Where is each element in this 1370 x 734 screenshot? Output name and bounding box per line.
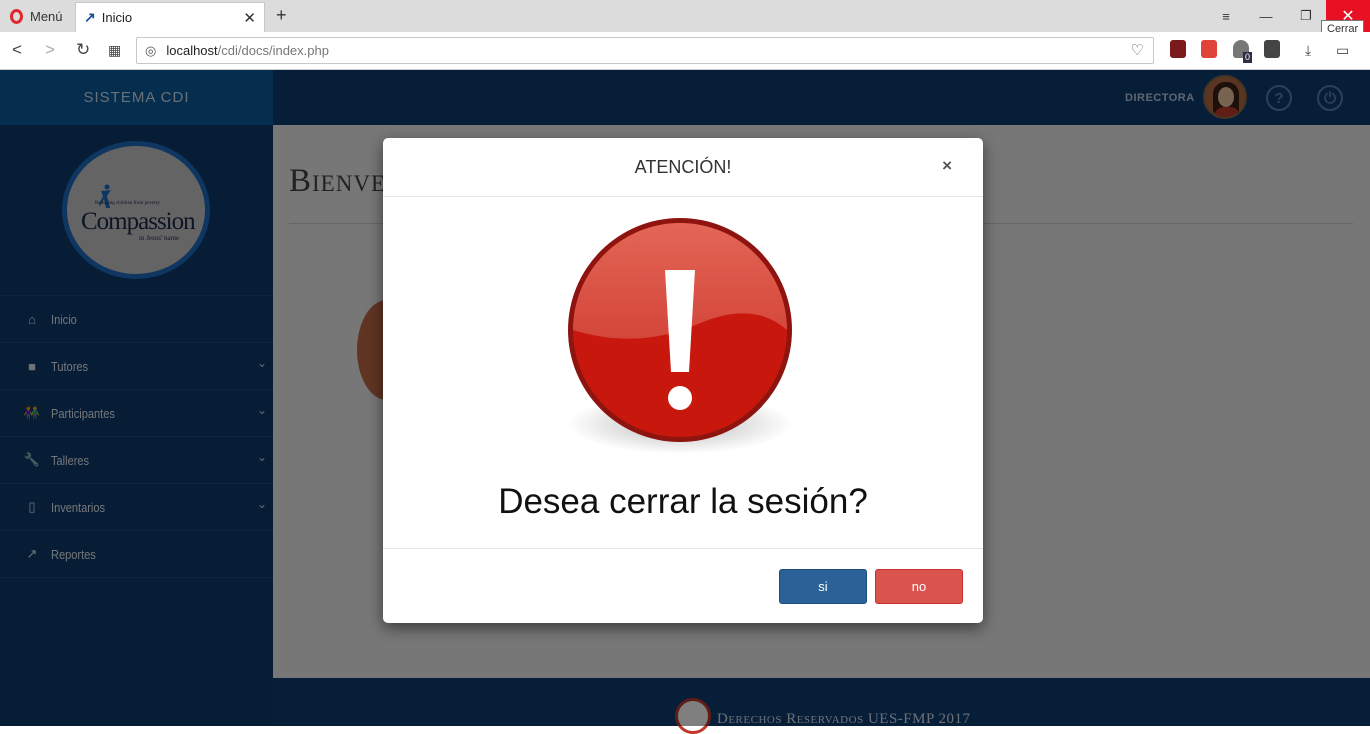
browser-tab-bar: Menú ↗ Inicio ✕ + ≡ — ❐ ✕	[0, 0, 1370, 32]
forward-icon[interactable]: >	[45, 40, 55, 60]
tab-menu-icon[interactable]: ≡	[1206, 0, 1246, 32]
extension-icon[interactable]	[1201, 40, 1217, 58]
tab-title: Inicio	[101, 10, 133, 25]
modal-header: ATENCIÓN! ×	[383, 138, 983, 197]
modal-footer: si no	[383, 548, 983, 624]
restore-icon[interactable]: ❐	[1286, 0, 1326, 32]
address-bar: < > ↻ ▦ ◎ localhost/cdi/docs/index.php ♡…	[0, 32, 1370, 70]
new-tab-icon[interactable]: +	[276, 5, 287, 26]
opera-logo-icon	[10, 8, 23, 24]
bookmark-heart-icon[interactable]: ♡	[1131, 41, 1144, 59]
shield-extension-icon[interactable]	[1264, 40, 1280, 58]
url-host: localhost	[166, 43, 218, 58]
browser-tab[interactable]: ↗ Inicio ✕	[75, 2, 265, 32]
speed-dial-icon[interactable]: ▦	[108, 42, 121, 59]
modal-message: Desea cerrar la sesión?	[498, 482, 868, 521]
browser-menu-label: Menú	[30, 8, 63, 24]
browser-menu-button[interactable]: Menú	[0, 0, 72, 32]
logout-modal: ATENCIÓN! × Desea cerrar la sesión? si n…	[383, 138, 983, 623]
minimize-icon[interactable]: —	[1246, 0, 1286, 32]
download-icon[interactable]: ⤓	[1305, 42, 1311, 59]
reload-icon[interactable]: ↻	[76, 40, 90, 60]
no-button[interactable]: no	[875, 569, 963, 604]
back-icon[interactable]: <	[12, 40, 22, 60]
battery-icon[interactable]: ▭	[1336, 42, 1349, 59]
url-path: /cdi/docs/index.php	[217, 43, 329, 58]
tab-close-icon[interactable]: ✕	[243, 9, 256, 27]
yes-button[interactable]: si	[779, 569, 867, 604]
modal-title: ATENCIÓN!	[634, 157, 732, 177]
close-icon[interactable]: ×	[942, 156, 952, 176]
tab-favicon-icon: ↗	[84, 9, 96, 25]
ublock-extension-icon[interactable]	[1170, 40, 1186, 58]
alert-icon	[568, 218, 792, 454]
url-field[interactable]: ◎ localhost/cdi/docs/index.php ♡	[136, 37, 1154, 64]
globe-icon: ◎	[145, 42, 157, 58]
extension-badge: 0	[1243, 52, 1253, 63]
